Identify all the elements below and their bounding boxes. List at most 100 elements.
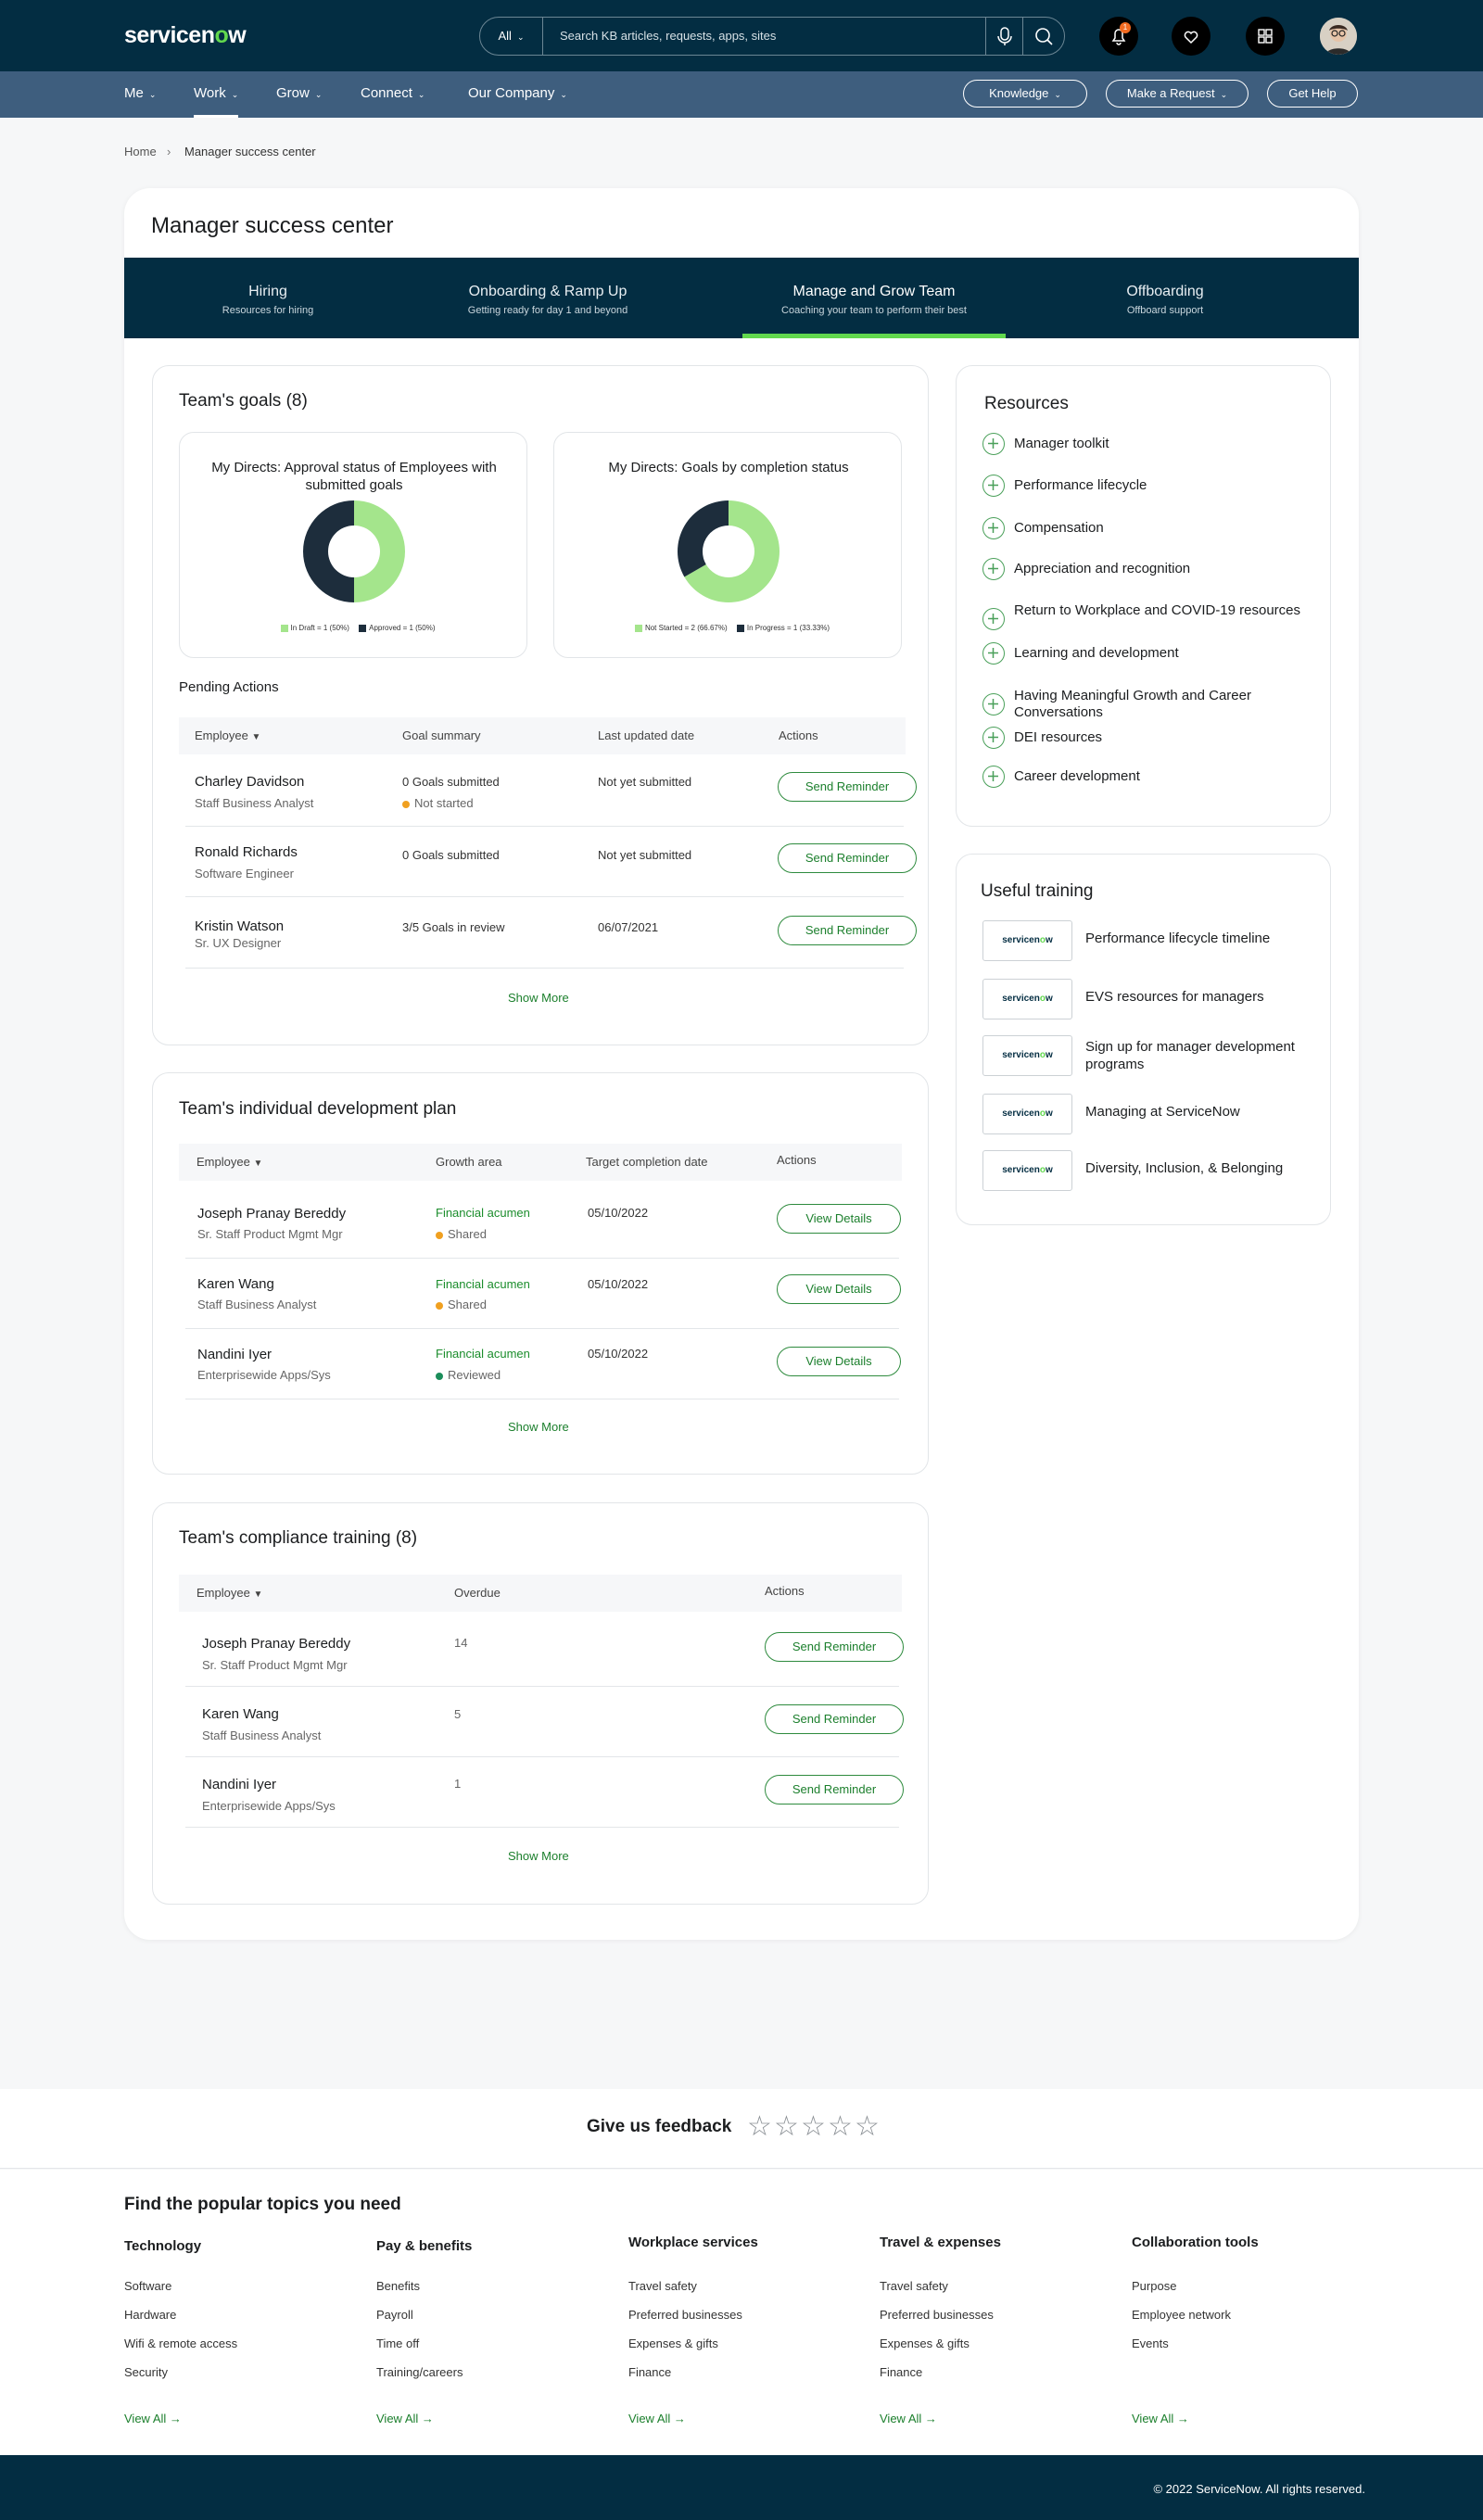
view-all-link[interactable]: View All → [880,2412,937,2425]
idp-show-more-link[interactable]: Show More [508,1420,569,1434]
nav-item-our-company[interactable]: Our Company ⌄ [468,71,567,118]
training-link[interactable]: Managing at ServiceNow [1085,1103,1326,1121]
plus-circle-icon[interactable] [982,475,1005,497]
overdue-count: 14 [454,1636,468,1650]
tab-manage-and-grow-team[interactable]: Manage and Grow Team Coaching your team t… [742,258,1006,338]
rating-star-icon[interactable]: ☆ [801,2110,826,2143]
tab-offboarding[interactable]: Offboarding Offboard support [1029,258,1301,338]
send-reminder-button[interactable]: Send Reminder [778,843,917,873]
donut-slice-approved[interactable] [303,500,354,602]
plus-circle-icon[interactable] [982,558,1005,580]
servicenow-thumbnail-logo[interactable]: servicenow [982,1150,1072,1191]
view-all-link[interactable]: View All → [628,2412,686,2425]
donut-slice-in-progress[interactable] [678,500,729,577]
footer-link[interactable]: Preferred businesses [880,2308,994,2322]
nav-item-connect[interactable]: Connect ⌄ [361,71,425,118]
view-all-link[interactable]: View All → [124,2412,182,2425]
footer-link[interactable]: Expenses & gifts [628,2336,718,2350]
footer-link[interactable]: Finance [880,2365,922,2379]
footer-link[interactable]: Security [124,2365,168,2379]
get-help-button[interactable]: Get Help [1267,80,1358,108]
servicenow-thumbnail-logo[interactable]: servicenow [982,979,1072,1019]
servicenow-thumbnail-logo[interactable]: servicenow [982,1094,1072,1134]
footer-link[interactable]: Benefits [376,2279,420,2293]
view-all-link[interactable]: View All → [1132,2412,1189,2425]
footer-link[interactable]: Travel safety [880,2279,948,2293]
search-scope-select[interactable]: All ⌄ [480,18,543,55]
view-all-link[interactable]: View All → [376,2412,434,2425]
rating-star-icon[interactable]: ☆ [774,2110,799,2143]
resource-link[interactable]: DEI resources [1014,729,1320,746]
footer-link[interactable]: Wifi & remote access [124,2336,237,2350]
tab-hiring[interactable]: Hiring Resources for hiring [124,258,412,338]
resource-link[interactable]: Appreciation and recognition [1014,561,1320,577]
nav-item-work[interactable]: Work ⌄ [194,71,239,118]
footer-link[interactable]: Employee network [1132,2308,1231,2322]
footer-link[interactable]: Preferred businesses [628,2308,742,2322]
servicenow-thumbnail-logo[interactable]: servicenow [982,1035,1072,1076]
plus-circle-icon[interactable] [982,693,1005,715]
footer-title: Find the popular topics you need [124,2195,401,2214]
footer-link[interactable]: Payroll [376,2308,413,2322]
footer-link[interactable]: Training/careers [376,2365,463,2379]
footer-link[interactable]: Events [1132,2336,1169,2350]
plus-circle-icon[interactable] [982,433,1005,455]
footer-link[interactable]: Travel safety [628,2279,697,2293]
knowledge-button[interactable]: Knowledge ⌄ [963,80,1087,108]
microphone-icon[interactable] [985,18,1022,55]
send-reminder-button[interactable]: Send Reminder [765,1704,904,1734]
donut-slice-in-draft[interactable] [354,500,405,602]
resource-link[interactable]: Performance lifecycle [1014,477,1320,494]
resource-link[interactable]: Having Meaningful Growth and Career Conv… [1014,688,1320,721]
training-link[interactable]: Performance lifecycle timeline [1085,930,1326,947]
view-details-button[interactable]: View Details [777,1274,901,1304]
make-a-request-button[interactable]: Make a Request ⌄ [1106,80,1249,108]
servicenow-thumbnail-logo[interactable]: servicenow [982,920,1072,961]
send-reminder-button[interactable]: Send Reminder [765,1632,904,1662]
user-avatar[interactable] [1320,18,1357,55]
employee-column-sort[interactable]: Employee ▼ [196,1575,262,1614]
search-input[interactable]: Search KB articles, requests, apps, site… [560,18,776,55]
send-reminder-button[interactable]: Send Reminder [778,916,917,945]
plus-circle-icon[interactable] [982,727,1005,749]
training-link[interactable]: Diversity, Inclusion, & Belonging [1085,1159,1326,1177]
footer-link[interactable]: Software [124,2279,171,2293]
resource-link[interactable]: Compensation [1014,520,1320,537]
footer-link[interactable]: Purpose [1132,2279,1176,2293]
rating-star-icon[interactable]: ☆ [855,2110,880,2143]
footer-link[interactable]: Time off [376,2336,419,2350]
search-icon[interactable] [1022,18,1064,55]
send-reminder-button[interactable]: Send Reminder [765,1775,904,1805]
training-link[interactable]: EVS resources for managers [1085,988,1326,1006]
goals-show-more-link[interactable]: Show More [508,991,569,1005]
breadcrumb-home[interactable]: Home [124,145,157,158]
nav-item-grow[interactable]: Grow ⌄ [276,71,322,118]
plus-circle-icon[interactable] [982,517,1005,539]
rating-star-icon[interactable]: ☆ [828,2110,853,2143]
footer-link[interactable]: Expenses & gifts [880,2336,970,2350]
resource-link[interactable]: Learning and development [1014,645,1320,662]
training-link[interactable]: Sign up for manager development programs [1085,1038,1326,1073]
employee-column-sort[interactable]: Employee ▼ [195,717,260,756]
resource-link[interactable]: Career development [1014,768,1320,785]
notification-bell-icon[interactable]: 1 [1099,17,1138,56]
apps-grid-icon[interactable] [1246,17,1285,56]
servicenow-logo[interactable]: servicenow [124,22,247,49]
plus-circle-icon[interactable] [982,766,1005,788]
footer-link[interactable]: Hardware [124,2308,176,2322]
view-details-button[interactable]: View Details [777,1204,901,1234]
rating-star-icon[interactable]: ☆ [747,2110,772,2143]
send-reminder-button[interactable]: Send Reminder [778,772,917,802]
plus-circle-icon[interactable] [982,608,1005,630]
plus-circle-icon[interactable] [982,642,1005,665]
legend-not-started: Not Started = 2 (66.67%) [644,624,728,632]
resource-link[interactable]: Return to Workplace and COVID-19 resourc… [1014,602,1320,619]
compliance-show-more-link[interactable]: Show More [508,1849,569,1863]
view-details-button[interactable]: View Details [777,1347,901,1376]
tab-onboarding[interactable]: Onboarding & Ramp Up Getting ready for da… [412,258,684,338]
resource-link[interactable]: Manager toolkit [1014,436,1320,452]
favorites-heart-icon[interactable] [1172,17,1210,56]
nav-item-me[interactable]: Me ⌄ [124,71,156,118]
employee-column-sort[interactable]: Employee ▼ [196,1144,262,1183]
footer-link[interactable]: Finance [628,2365,671,2379]
